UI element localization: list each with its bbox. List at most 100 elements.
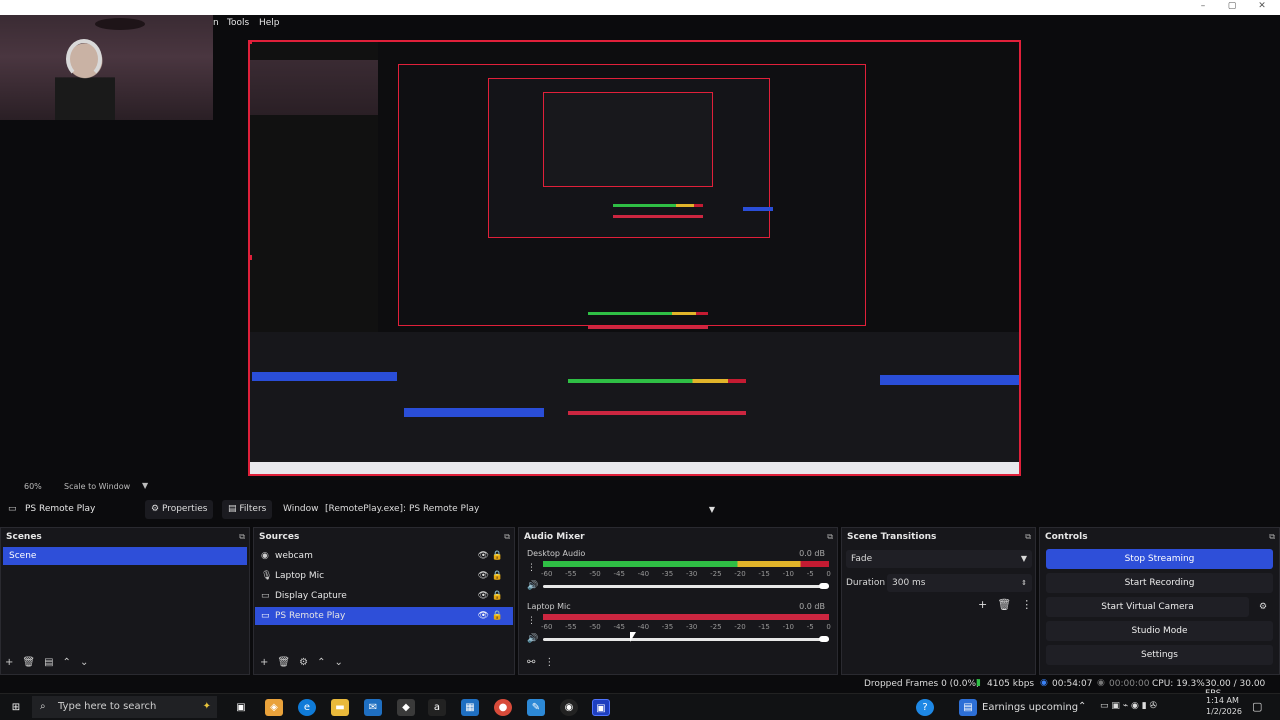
trash-icon[interactable]: 🗑 [997, 598, 1011, 611]
trash-icon[interactable]: 🗑 [22, 657, 35, 668]
chevron-down-icon[interactable]: ▼ [142, 481, 148, 490]
gear-icon: ⚙ [151, 504, 162, 514]
spinner-icon[interactable]: ⇕ [1021, 574, 1027, 592]
slider-knob[interactable] [819, 636, 829, 642]
chevron-down-icon[interactable]: ⌄ [334, 657, 342, 668]
eye-icon[interactable]: 👁 [478, 587, 489, 605]
source-item[interactable]: 🎙 Laptop Mic 👁 🔒 [255, 567, 513, 585]
help-icon[interactable]: ? [916, 699, 934, 716]
chevron-up-icon[interactable]: ⌃ [1078, 701, 1086, 712]
store-icon[interactable]: ◆ [397, 699, 415, 716]
source-item[interactable]: ▭ Display Capture 👁 🔒 [255, 587, 513, 605]
lock-icon[interactable]: 🔒 [492, 607, 503, 625]
scale-mode[interactable]: Scale to Window [64, 482, 130, 491]
gear-icon[interactable]: ⚙ [1253, 597, 1273, 617]
gear-icon[interactable]: ⚙ [299, 657, 308, 668]
kebab-icon[interactable]: ⋮ [1021, 598, 1032, 611]
add-icon[interactable]: + [5, 657, 13, 668]
undock-icon[interactable]: ⧉ [1025, 532, 1031, 542]
add-icon[interactable]: + [260, 657, 268, 668]
lock-icon[interactable]: 🔒 [492, 547, 503, 565]
eye-icon[interactable]: 👁 [478, 607, 489, 625]
clock-time[interactable]: 1:14 AM [1206, 696, 1239, 705]
close-button[interactable]: ✕ [1251, 0, 1273, 15]
filters-button[interactable]: ▤ Filters [222, 500, 273, 519]
kebab-icon[interactable]: ⋮ [544, 657, 554, 668]
source-item[interactable]: ▭ PS Remote Play 👁 🔒 [255, 607, 513, 625]
chevron-up-icon[interactable]: ⌃ [63, 657, 71, 668]
add-icon[interactable]: + [978, 598, 987, 611]
app-icon[interactable]: ✎ [527, 699, 545, 716]
settings-button[interactable]: Settings [1046, 645, 1273, 665]
chrome-icon[interactable]: ● [494, 699, 512, 716]
nested-taskbar [250, 462, 1019, 474]
undock-icon[interactable]: ⧉ [827, 532, 833, 542]
link-icon[interactable]: ⚯ [527, 657, 535, 668]
chevron-down-icon[interactable]: ▼ [709, 500, 715, 519]
remote-play-icon[interactable]: ▣ [592, 699, 610, 716]
chevron-down-icon[interactable]: ⌄ [80, 657, 88, 668]
resize-handle[interactable] [250, 255, 252, 260]
tick-label: -40 [637, 570, 650, 578]
audio-mixer-dock: Audio Mixer ⧉ Desktop Audio 0.0 dB ⋮ -60… [518, 527, 838, 675]
zoom-level[interactable]: 60% [24, 482, 42, 491]
properties-button[interactable]: ⚙ Properties [145, 500, 214, 519]
slider-knob[interactable] [819, 583, 829, 589]
chevron-up-icon[interactable]: ⌃ [317, 657, 325, 668]
stop-streaming-button[interactable]: Stop Streaming [1046, 549, 1273, 569]
menu-item-tools[interactable]: Tools [227, 18, 249, 28]
lock-icon[interactable]: 🔒 [492, 567, 503, 585]
taskbar-search[interactable]: ⌕ Type here to search ✦ [32, 696, 217, 718]
volume-slider[interactable] [543, 636, 829, 642]
tick-label: -15 [758, 623, 770, 631]
nested-webcam [250, 60, 378, 115]
scene-item[interactable]: Scene [3, 547, 247, 565]
menu-item-partial[interactable]: n [213, 18, 219, 28]
copilot-icon[interactable]: ◈ [265, 699, 283, 716]
nested-meter [613, 215, 703, 218]
earnings-label[interactable]: Earnings upcoming [982, 702, 1078, 713]
speaker-icon[interactable]: 🔊 [527, 581, 538, 591]
windows-start-icon[interactable]: ⊞ [7, 699, 25, 716]
mail-icon[interactable]: ✉ [364, 699, 382, 716]
minimize-button[interactable]: – [1192, 0, 1214, 15]
start-virtual-camera-button[interactable]: Start Virtual Camera [1046, 597, 1249, 617]
studio-mode-button[interactable]: Studio Mode [1046, 621, 1273, 641]
sources-title: Sources [259, 532, 300, 542]
eye-icon[interactable]: 👁 [478, 567, 489, 585]
news-icon[interactable]: ▤ [959, 699, 977, 716]
duration-input[interactable]: 300 ms ⇕ [887, 574, 1032, 592]
eye-icon[interactable]: 👁 [478, 547, 489, 565]
notification-icon[interactable]: ▢ [1252, 700, 1262, 713]
calendar-icon[interactable]: ▦ [461, 699, 479, 716]
window-select[interactable]: [RemotePlay.exe]: PS Remote Play ▼ [319, 500, 719, 519]
filter-icon[interactable]: ▤ [44, 657, 53, 668]
menu-item-help[interactable]: Help [259, 18, 280, 28]
undock-icon[interactable]: ⧉ [504, 532, 510, 542]
trash-icon[interactable]: 🗑 [277, 657, 290, 668]
monitor-icon: ▭ [261, 591, 270, 601]
volume-slider[interactable] [543, 583, 829, 589]
tray-icons[interactable]: ▭ ▣ ⌁ ◉ ▮ ✇ [1100, 701, 1157, 711]
folder-icon[interactable]: ▬ [331, 699, 349, 716]
preview-canvas[interactable] [248, 40, 1021, 476]
transition-select[interactable]: Fade ▼ [846, 550, 1032, 568]
clock-date[interactable]: 1/2/2026 [1206, 707, 1242, 716]
kebab-icon[interactable]: ⋮ [527, 563, 536, 573]
resize-handle[interactable] [250, 42, 252, 44]
source-item[interactable]: ◉ webcam 👁 🔒 [255, 547, 513, 565]
chevron-down-icon[interactable]: ▼ [1021, 550, 1027, 568]
edge-icon[interactable]: e [298, 699, 316, 716]
amazon-icon[interactable]: a [428, 699, 446, 716]
window-select-value: [RemotePlay.exe]: PS Remote Play [325, 504, 480, 514]
kebab-icon[interactable]: ⋮ [527, 616, 536, 626]
undock-icon[interactable]: ⧉ [239, 532, 245, 542]
start-recording-button[interactable]: Start Recording [1046, 573, 1273, 593]
undock-icon[interactable]: ⧉ [1269, 532, 1275, 542]
obs-icon[interactable]: ◉ [560, 699, 578, 716]
speaker-icon[interactable]: 🔊 [527, 634, 538, 644]
lock-icon[interactable]: 🔒 [492, 587, 503, 605]
task-view-icon[interactable]: ▣ [232, 699, 250, 716]
maximize-button[interactable]: ▢ [1221, 0, 1243, 15]
tick-label: -5 [806, 623, 814, 631]
